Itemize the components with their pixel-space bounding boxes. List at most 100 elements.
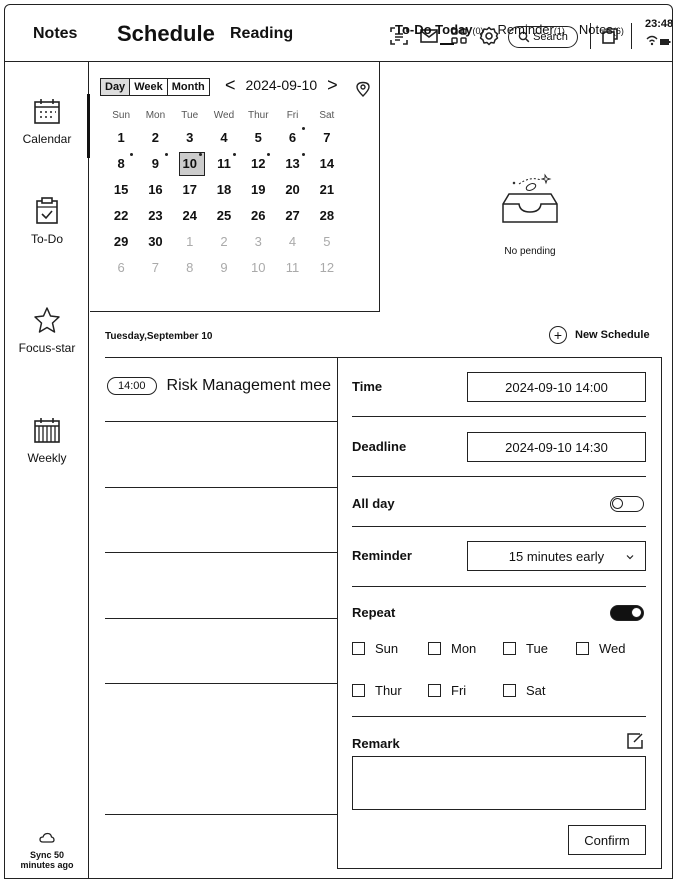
view-switch: Day Week Month bbox=[100, 78, 210, 96]
calendar-day[interactable]: 9 bbox=[207, 256, 241, 280]
calendar-day[interactable]: 11 bbox=[275, 256, 309, 280]
locate-today-icon[interactable] bbox=[355, 81, 371, 97]
deadline-row: Deadline 2024-09-10 14:30 bbox=[352, 430, 646, 464]
repeat-checkbox-wed[interactable]: Wed bbox=[576, 641, 626, 656]
reminder-row: Reminder 15 minutes early bbox=[352, 538, 646, 572]
tab-reading[interactable]: Reading bbox=[230, 5, 293, 62]
calendar-day[interactable]: 13 bbox=[275, 152, 309, 176]
divider bbox=[105, 814, 337, 815]
remark-input[interactable] bbox=[352, 756, 646, 810]
calendar-day[interactable]: 1 bbox=[173, 230, 207, 254]
calendar-day[interactable]: 17 bbox=[173, 178, 207, 202]
day-number: 3 bbox=[254, 234, 262, 249]
calendar-day[interactable]: 3 bbox=[241, 230, 275, 254]
calendar-day[interactable]: 10 bbox=[241, 256, 275, 280]
reminder-select[interactable]: 15 minutes early bbox=[467, 541, 646, 571]
calendar-day[interactable]: 24 bbox=[173, 204, 207, 228]
calendar-day[interactable]: 4 bbox=[275, 230, 309, 254]
calendar-day[interactable]: 30 bbox=[138, 230, 172, 254]
day-number: 24 bbox=[182, 208, 197, 223]
calendar-day[interactable]: 21 bbox=[310, 178, 344, 202]
tab-notes[interactable]: Notes(6) bbox=[579, 22, 624, 37]
calendar-day-selected[interactable]: 10 bbox=[173, 152, 207, 176]
repeat-checkbox-mon[interactable]: Mon bbox=[428, 641, 476, 656]
day-number: 28 bbox=[319, 208, 335, 223]
allday-toggle[interactable] bbox=[610, 496, 644, 512]
calendar-day[interactable]: 14 bbox=[310, 152, 344, 176]
repeat-checkbox-tue[interactable]: Tue bbox=[503, 641, 548, 656]
sidebar-item-focus-star[interactable]: Focus-star bbox=[5, 305, 89, 355]
calendar-day[interactable]: 6 bbox=[275, 126, 309, 150]
next-month-button[interactable]: > bbox=[327, 76, 338, 94]
tab-todo-today[interactable]: To-Do Today(0) bbox=[395, 22, 484, 37]
day-number: 17 bbox=[182, 182, 197, 197]
calendar-day[interactable]: 20 bbox=[275, 178, 309, 202]
view-tab-day[interactable]: Day bbox=[101, 79, 131, 95]
calendar-day[interactable]: 9 bbox=[138, 152, 172, 176]
calendar-day[interactable]: 1 bbox=[104, 126, 138, 150]
divider bbox=[631, 23, 632, 49]
calendar-day[interactable]: 3 bbox=[173, 126, 207, 150]
deadline-field[interactable]: 2024-09-10 14:30 bbox=[467, 432, 646, 462]
calendar-day[interactable]: 29 bbox=[104, 230, 138, 254]
current-date[interactable]: 2024-09-10 bbox=[246, 77, 318, 93]
day-number: 25 bbox=[216, 208, 232, 223]
weekday-label: Tue bbox=[181, 110, 199, 121]
calendar-day[interactable]: 11 bbox=[207, 152, 241, 176]
calendar-day[interactable]: 12 bbox=[241, 152, 275, 176]
time-field[interactable]: 2024-09-10 14:00 bbox=[467, 372, 646, 402]
repeat-checkbox-sun[interactable]: Sun bbox=[352, 641, 398, 656]
sync-status[interactable]: Sync 50 minutes ago bbox=[5, 832, 89, 870]
calendar-week-row: 15 16 17 18 19 20 21 bbox=[104, 178, 344, 202]
view-tab-week[interactable]: Week bbox=[130, 79, 168, 95]
calendar-day[interactable]: 2 bbox=[138, 126, 172, 150]
calendar-day[interactable]: 8 bbox=[104, 152, 138, 176]
sidebar-item-weekly[interactable]: Weekly bbox=[5, 415, 89, 465]
sidebar: Calendar To-Do Focus-star Weekly Sync 50… bbox=[5, 62, 90, 878]
repeat-toggle[interactable] bbox=[610, 605, 644, 621]
calendar-day[interactable]: 25 bbox=[207, 204, 241, 228]
calendar-day[interactable]: 7 bbox=[138, 256, 172, 280]
calendar-day[interactable]: 5 bbox=[310, 230, 344, 254]
view-tab-month[interactable]: Month bbox=[168, 79, 209, 95]
calendar-day[interactable]: 26 bbox=[241, 204, 275, 228]
tab-reminder[interactable]: Reminder(1) bbox=[498, 22, 565, 37]
calendar-day[interactable]: 22 bbox=[104, 204, 138, 228]
calendar-day[interactable]: 19 bbox=[241, 178, 275, 202]
time-label: Time bbox=[352, 379, 383, 394]
tab-notes-count: (6) bbox=[612, 26, 624, 36]
calendar-day[interactable]: 2 bbox=[207, 230, 241, 254]
prev-month-button[interactable]: < bbox=[225, 76, 236, 94]
calendar-day[interactable]: 18 bbox=[207, 178, 241, 202]
sync-text-1: Sync 50 bbox=[29, 850, 65, 860]
new-schedule-button[interactable]: + New Schedule bbox=[549, 326, 650, 344]
day-number: 10 bbox=[251, 260, 266, 275]
repeat-checkbox-fri[interactable]: Fri bbox=[428, 683, 466, 698]
tab-schedule[interactable]: Schedule bbox=[117, 5, 215, 62]
calendar-day[interactable]: 16 bbox=[138, 178, 172, 202]
tab-notes[interactable]: Notes bbox=[33, 5, 77, 62]
calendar-day[interactable]: 7 bbox=[310, 126, 344, 150]
repeat-checkbox-sat[interactable]: Sat bbox=[503, 683, 546, 698]
edit-pencil-icon[interactable] bbox=[626, 732, 644, 750]
calendar-day[interactable]: 15 bbox=[104, 178, 138, 202]
weekday-label: Thur bbox=[247, 110, 269, 121]
repeat-checkbox-thur[interactable]: Thur bbox=[352, 683, 402, 698]
calendar-day[interactable]: 12 bbox=[310, 256, 344, 280]
calendar-day[interactable]: 28 bbox=[310, 204, 344, 228]
day-number: 2 bbox=[220, 234, 228, 249]
calendar-day[interactable]: 5 bbox=[241, 126, 275, 150]
repeat-day-label: Thur bbox=[375, 683, 402, 698]
calendar-day[interactable]: 27 bbox=[275, 204, 309, 228]
sidebar-item-todo[interactable]: To-Do bbox=[5, 196, 89, 246]
calendar-day[interactable]: 23 bbox=[138, 204, 172, 228]
day-number: 7 bbox=[323, 130, 331, 145]
day-number: 27 bbox=[285, 208, 300, 223]
calendar-day[interactable]: 4 bbox=[207, 126, 241, 150]
confirm-button[interactable]: Confirm bbox=[568, 825, 646, 855]
schedule-event[interactable]: 14:00 Risk Management mee bbox=[107, 377, 331, 395]
calendar-day[interactable]: 6 bbox=[104, 256, 138, 280]
calendar-day[interactable]: 8 bbox=[173, 256, 207, 280]
sidebar-item-calendar[interactable]: Calendar bbox=[5, 96, 89, 146]
day-number: 16 bbox=[148, 182, 163, 197]
